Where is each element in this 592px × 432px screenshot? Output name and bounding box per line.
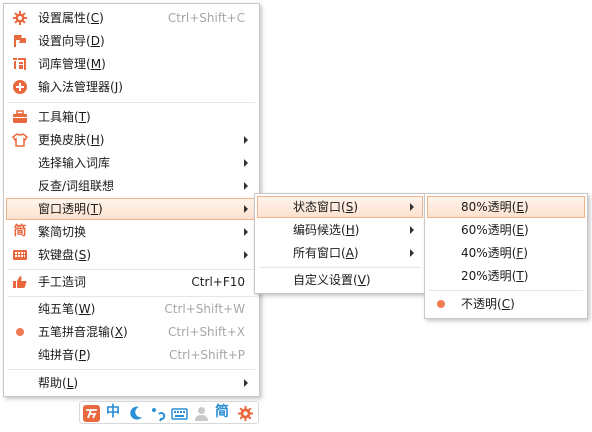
punctuation-icon[interactable] bbox=[149, 405, 166, 422]
submenu-arrow-icon bbox=[244, 251, 248, 259]
menu-item-label: 所有窗口(A) bbox=[293, 246, 359, 260]
selected-radio-icon bbox=[16, 328, 24, 336]
menu-item-label: 60%透明(E) bbox=[461, 223, 529, 237]
menu-item-all-windows[interactable]: 所有窗口(A) bbox=[257, 242, 423, 264]
flag-icon bbox=[12, 33, 28, 49]
shortcut-text: Ctrl+Shift+W bbox=[164, 302, 245, 316]
menu-item-label: 设置向导(D) bbox=[38, 34, 105, 48]
menu-item-label: 更换皮肤(H) bbox=[38, 133, 105, 147]
submenu-arrow-icon bbox=[410, 203, 414, 211]
shortcut-text: Ctrl+F10 bbox=[191, 275, 245, 289]
menu-item-manual-word[interactable]: 手工造词 Ctrl+F10 bbox=[6, 271, 257, 293]
menu-item-label: 状态窗口(S) bbox=[293, 200, 359, 214]
menu-item-toolbox[interactable]: 工具箱(T) bbox=[6, 106, 257, 128]
menu-separator bbox=[8, 296, 255, 297]
submenu-arrow-icon bbox=[244, 205, 248, 213]
menu-item-ime-manager[interactable]: 输入法管理器(J) bbox=[6, 76, 257, 98]
menu-item-label: 帮助(L) bbox=[38, 376, 79, 390]
menu-item-label: 编码候选(H) bbox=[293, 223, 360, 237]
menu-item-80-transparent[interactable]: 80%透明(E) bbox=[427, 196, 585, 218]
submenu-arrow-icon bbox=[244, 159, 248, 167]
menu-item-candidate-window[interactable]: 编码候选(H) bbox=[257, 219, 423, 241]
menu-item-label: 20%透明(T) bbox=[461, 269, 529, 283]
context-menu-main: 设置属性(C) Ctrl+Shift+C 设置向导(D) 词库管理(M) 输入法… bbox=[3, 3, 260, 397]
menu-separator bbox=[8, 369, 255, 370]
menu-item-dictionary-manager[interactable]: 词库管理(M) bbox=[6, 53, 257, 75]
submenu-arrow-icon bbox=[244, 182, 248, 190]
menu-item-label: 输入法管理器(J) bbox=[38, 80, 123, 94]
menu-item-skin[interactable]: 更换皮肤(H) bbox=[6, 129, 257, 151]
submenu-arrow-icon bbox=[244, 136, 248, 144]
menu-item-label: 纯五笔(W) bbox=[38, 302, 96, 316]
menu-item-traditional-simplified[interactable]: 简 繁简切换 bbox=[6, 221, 257, 243]
shortcut-text: Ctrl+Shift+X bbox=[168, 325, 245, 339]
menu-item-label: 纯拼音(P) bbox=[38, 348, 91, 362]
menu-item-select-dictionary[interactable]: 选择输入词库 bbox=[6, 152, 257, 174]
menu-item-opaque[interactable]: 不透明(C) bbox=[427, 293, 585, 315]
submenu-status-window-opacity: 80%透明(E) 60%透明(E) 40%透明(F) 20%透明(T) 不透明(… bbox=[424, 193, 588, 319]
ime-status-bar[interactable]: 中 简 bbox=[79, 401, 259, 424]
half-moon-icon[interactable] bbox=[128, 405, 145, 422]
chinese-mode-icon[interactable]: 中 bbox=[106, 404, 123, 421]
menu-item-label: 不透明(C) bbox=[461, 297, 515, 311]
menu-item-help[interactable]: 帮助(L) bbox=[6, 372, 257, 394]
keyboard-icon bbox=[12, 247, 28, 263]
menu-item-soft-keyboard[interactable]: 软键盘(S) bbox=[6, 244, 257, 266]
menu-item-label: 反查/词组联想 bbox=[38, 179, 115, 193]
menu-item-label: 软键盘(S) bbox=[38, 248, 92, 262]
menu-separator bbox=[8, 269, 255, 270]
menu-item-label: 五笔拼音混输(X) bbox=[38, 325, 128, 339]
toolbox-icon bbox=[12, 109, 28, 125]
menu-item-40-transparent[interactable]: 40%透明(F) bbox=[427, 242, 585, 264]
menu-item-label: 设置属性(C) bbox=[38, 11, 104, 25]
menu-item-wubi-pinyin-mixed[interactable]: 五笔拼音混输(X) Ctrl+Shift+X bbox=[6, 321, 257, 343]
menu-item-60-transparent[interactable]: 60%透明(E) bbox=[427, 219, 585, 241]
settings-icon[interactable] bbox=[237, 405, 254, 422]
menu-item-label: 40%透明(F) bbox=[461, 246, 528, 260]
submenu-arrow-icon bbox=[410, 226, 414, 234]
menu-separator bbox=[8, 102, 255, 103]
menu-item-pure-wubi[interactable]: 纯五笔(W) Ctrl+Shift+W bbox=[6, 298, 257, 320]
user-icon[interactable] bbox=[193, 405, 210, 422]
selected-radio-icon bbox=[437, 300, 445, 308]
menu-item-label: 自定义设置(V) bbox=[293, 273, 371, 287]
menu-separator bbox=[259, 267, 421, 268]
menu-item-label: 繁简切换 bbox=[38, 225, 87, 239]
ime-manager-icon bbox=[12, 79, 28, 95]
ci-icon bbox=[12, 56, 28, 72]
menu-separator bbox=[429, 290, 583, 291]
menu-item-label: 选择输入词库 bbox=[38, 156, 111, 170]
shortcut-text: Ctrl+Shift+C bbox=[167, 11, 245, 25]
menu-item-reverse-lookup[interactable]: 反查/词组联想 bbox=[6, 175, 257, 197]
menu-item-window-transparency[interactable]: 窗口透明(T) bbox=[6, 198, 257, 220]
menu-item-label: 词库管理(M) bbox=[38, 57, 106, 71]
menu-item-label: 窗口透明(T) bbox=[38, 202, 103, 216]
submenu-arrow-icon bbox=[244, 379, 248, 387]
shirt-icon bbox=[11, 132, 29, 148]
submenu-arrow-icon bbox=[410, 249, 414, 257]
menu-item-wizard[interactable]: 设置向导(D) bbox=[6, 30, 257, 52]
menu-item-label: 手工造词 bbox=[38, 275, 87, 289]
menu-item-custom-settings[interactable]: 自定义设置(V) bbox=[257, 269, 423, 291]
gear-icon bbox=[12, 10, 28, 26]
jian-icon[interactable]: 简 bbox=[215, 404, 232, 421]
keyboard-icon[interactable] bbox=[171, 405, 188, 422]
submenu-arrow-icon bbox=[244, 228, 248, 236]
submenu-window-transparency: 状态窗口(S) 编码候选(H) 所有窗口(A) 自定义设置(V) bbox=[254, 193, 426, 294]
thumb-icon bbox=[12, 274, 28, 290]
menu-item-settings[interactable]: 设置属性(C) Ctrl+Shift+C bbox=[6, 7, 257, 29]
menu-item-pure-pinyin[interactable]: 纯拼音(P) Ctrl+Shift+P bbox=[6, 344, 257, 366]
menu-item-label: 工具箱(T) bbox=[38, 110, 91, 124]
jian-icon: 简 bbox=[13, 224, 27, 239]
shortcut-text: Ctrl+Shift+P bbox=[169, 348, 245, 362]
logo-icon[interactable] bbox=[83, 405, 100, 422]
menu-item-20-transparent[interactable]: 20%透明(T) bbox=[427, 265, 585, 287]
menu-item-label: 80%透明(E) bbox=[461, 200, 529, 214]
menu-item-status-window[interactable]: 状态窗口(S) bbox=[257, 196, 423, 218]
